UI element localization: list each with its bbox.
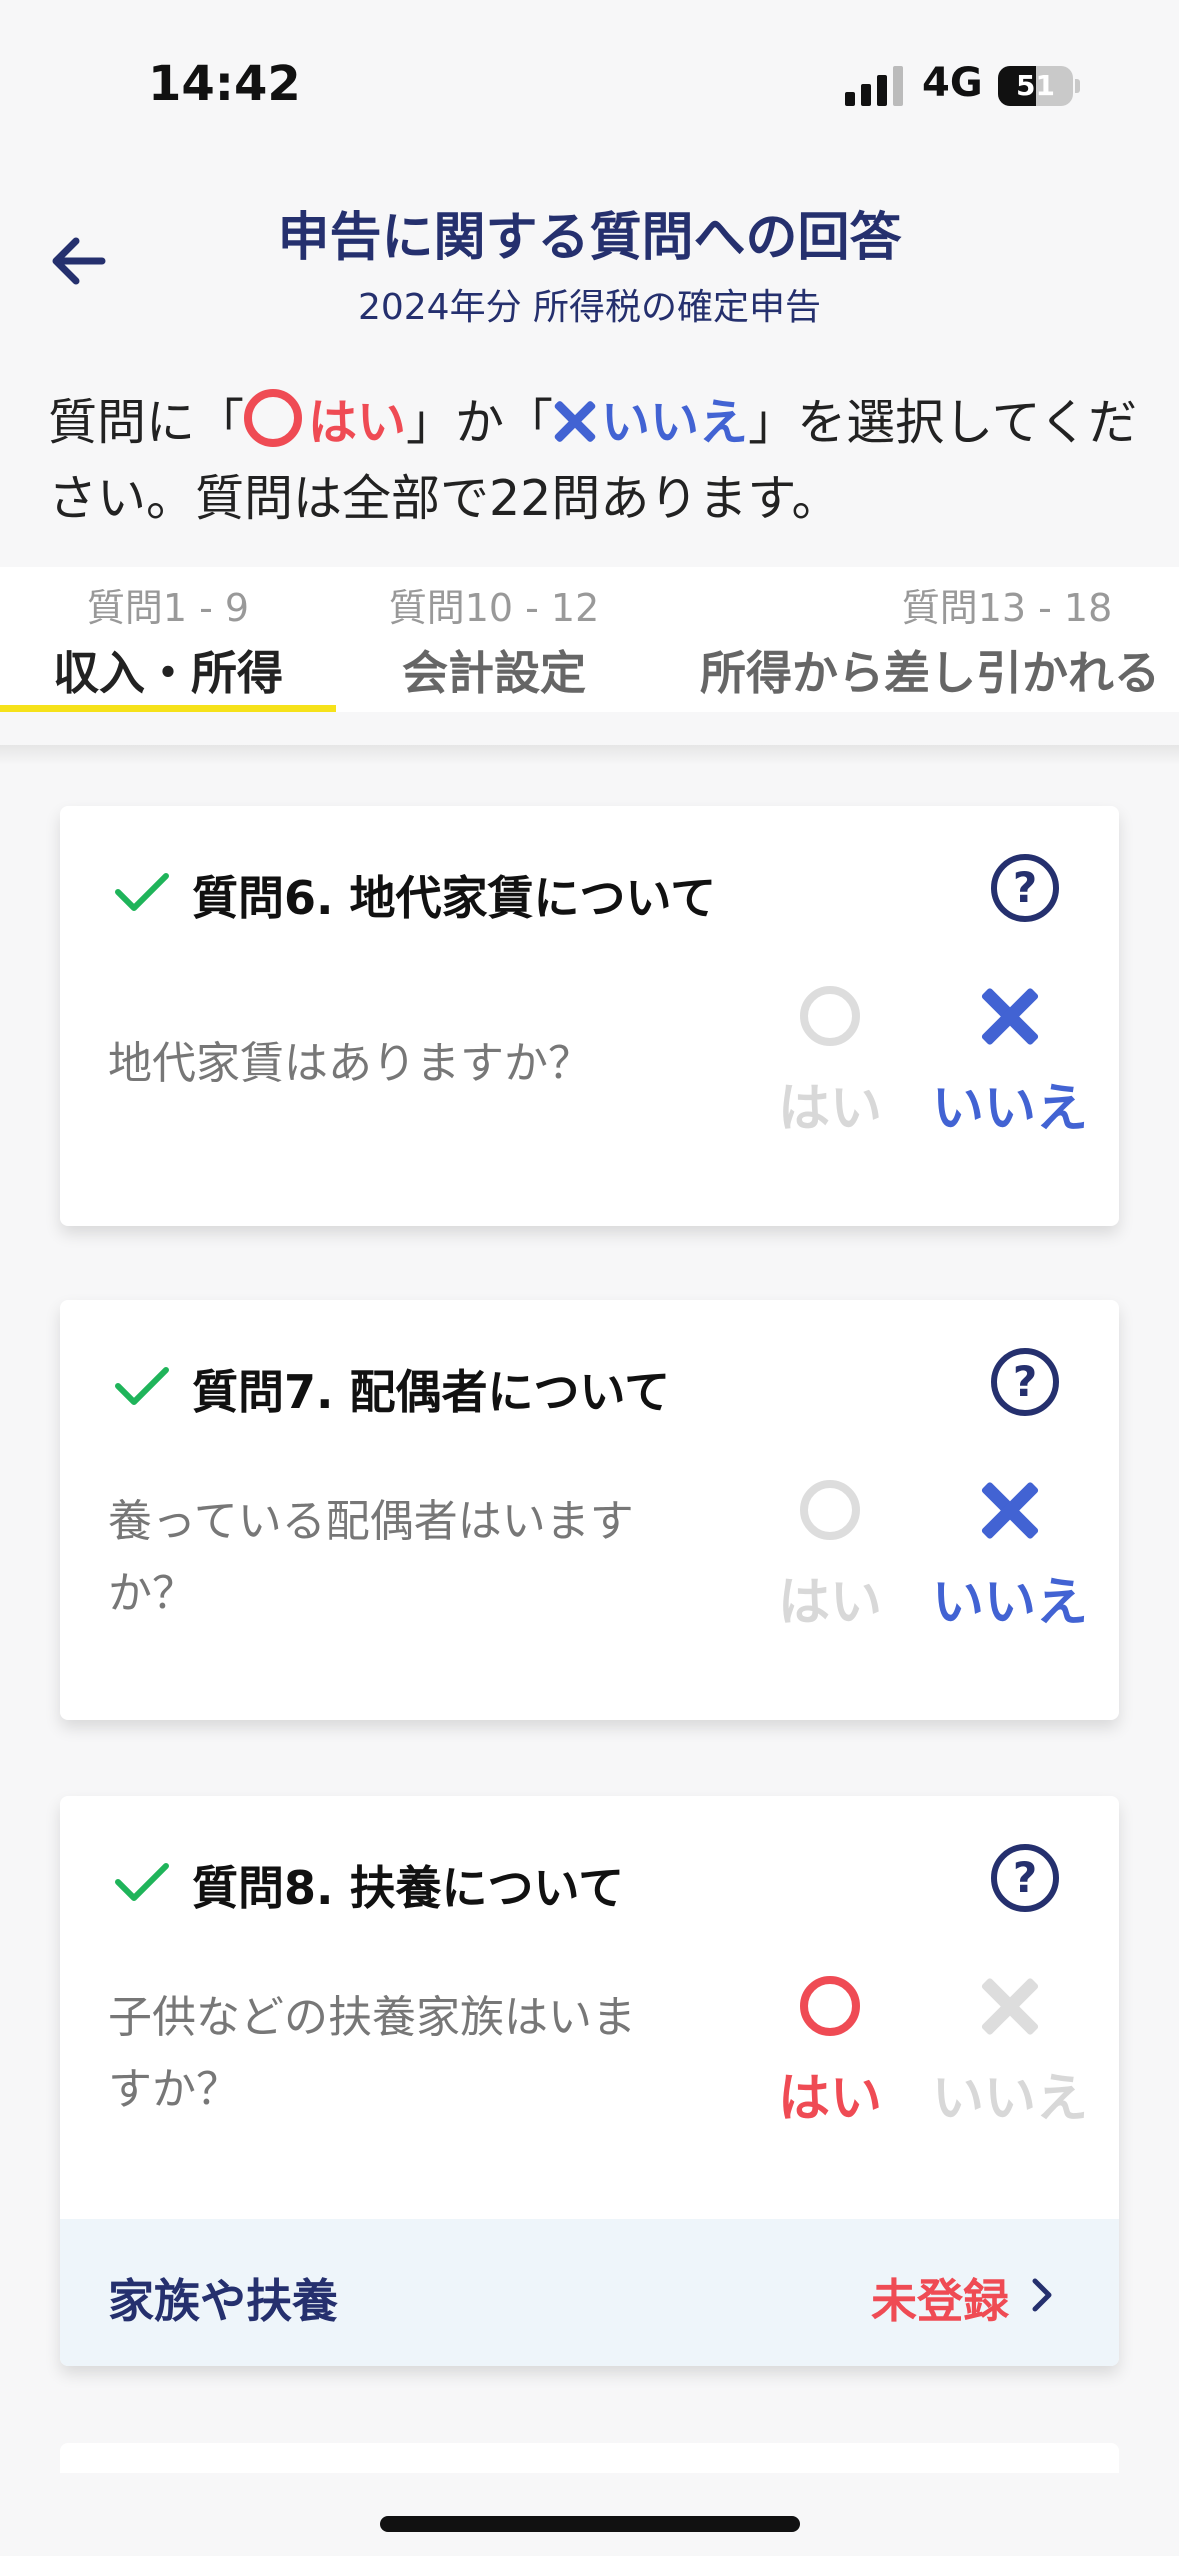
circle-icon (800, 986, 860, 1046)
answer-no-label: いいえ (931, 2069, 1088, 2129)
tab-label: 会計設定 (402, 646, 586, 700)
answer-yes-button[interactable]: はい (760, 986, 900, 1156)
answer-yes-button[interactable]: はい (760, 1480, 900, 1650)
instruction-yes-label: はい (308, 394, 407, 451)
question-text: 地代家賃はありますか？ (108, 1038, 592, 1089)
section-tabs: 質問1 - 9 収入・所得 質問10 - 12 会計設定 質問13 - 18 所… (0, 567, 1179, 712)
network-type: 4G (922, 60, 983, 106)
answer-yes-label: はい (777, 1079, 882, 1139)
tabs-shadow (0, 745, 1179, 765)
status-time: 14:42 (148, 56, 301, 112)
cross-icon (980, 1480, 1040, 1540)
circle-icon (800, 1480, 860, 1540)
tab-range: 質問13 - 18 (901, 586, 1113, 630)
next-question-card (60, 2443, 1119, 2473)
check-icon (115, 873, 169, 911)
question-card: 質問6. 地代家賃について ? 地代家賃はありますか？ はい いいえ (60, 806, 1119, 1226)
tab-income[interactable]: 質問1 - 9 収入・所得 (0, 567, 336, 712)
answer-no-label: いいえ (931, 1573, 1088, 1633)
answer-yes-label: はい (777, 2069, 882, 2129)
question-title: 質問6. 地代家賃について (192, 871, 717, 925)
check-icon (115, 1863, 169, 1901)
chevron-right-icon (1032, 2278, 1052, 2312)
battery-percent: 51 (1016, 69, 1055, 102)
cross-icon (553, 399, 597, 443)
battery-icon: 51 (998, 66, 1080, 106)
instruction-no-label: いいえ (601, 394, 749, 451)
instruction-part: 」か「 (406, 394, 554, 451)
instruction-part: 質問に「 (48, 394, 245, 451)
tab-label: 所得から差し引かれる (700, 646, 1160, 700)
tab-accounting[interactable]: 質問10 - 12 会計設定 (336, 567, 652, 712)
page-subtitle: 2024年分 所得税の確定申告 (357, 287, 822, 328)
circle-icon (244, 389, 303, 447)
instruction-text: 質問に「 はい」か「 いいえ」を選択してください。質問は全部で22問あります。 (48, 385, 1148, 537)
question-title: 質問7. 配偶者について (192, 1365, 671, 1419)
status-bar: 14:42 4G 51 (0, 0, 1179, 150)
question-text: 養っている配偶者はいますか？ (108, 1496, 634, 1619)
cross-icon (980, 986, 1040, 1046)
answer-no-button[interactable]: いいえ (920, 1976, 1100, 2146)
page-title: 申告に関する質問への回答 (277, 208, 902, 268)
cross-icon (980, 1976, 1040, 2036)
question-card: 質問7. 配偶者について ? 養っている配偶者はいますか？ はい いいえ (60, 1300, 1119, 1720)
active-tab-indicator (0, 705, 336, 712)
answer-yes-button[interactable]: はい (760, 1976, 900, 2146)
instruction-no: いいえ (553, 394, 748, 451)
answer-no-button[interactable]: いいえ (920, 986, 1100, 1156)
help-icon[interactable]: ? (991, 854, 1059, 922)
link-status: 未登録 (871, 2274, 1009, 2328)
check-icon (115, 1367, 169, 1405)
help-icon[interactable]: ? (991, 1844, 1059, 1912)
answer-no-button[interactable]: いいえ (920, 1480, 1100, 1650)
tab-label: 収入・所得 (53, 646, 283, 700)
question-text: 子供などの扶養家族はいますか？ (108, 1992, 636, 2115)
answer-no-label: いいえ (931, 1079, 1088, 1139)
tab-range: 質問10 - 12 (388, 586, 600, 630)
link-label: 家族や扶養 (108, 2274, 338, 2328)
instruction-yes: はい (244, 389, 407, 451)
help-icon[interactable]: ? (991, 1348, 1059, 1416)
header: 申告に関する質問への回答 2024年分 所得税の確定申告 (0, 150, 1179, 340)
family-dependents-link[interactable]: 家族や扶養 未登録 (60, 2219, 1119, 2366)
signal-icon (845, 66, 903, 106)
question-card: 質問8. 扶養について ? 子供などの扶養家族はいますか？ はい いいえ 家族や… (60, 1796, 1119, 2366)
circle-icon (800, 1976, 860, 2036)
question-title: 質問8. 扶養について (192, 1861, 625, 1915)
tab-range: 質問1 - 9 (86, 586, 250, 630)
answer-yes-label: はい (777, 1573, 882, 1633)
tab-deductions[interactable]: 質問13 - 18 所得から差し引かれる (652, 567, 1179, 712)
home-indicator[interactable] (380, 2516, 800, 2532)
